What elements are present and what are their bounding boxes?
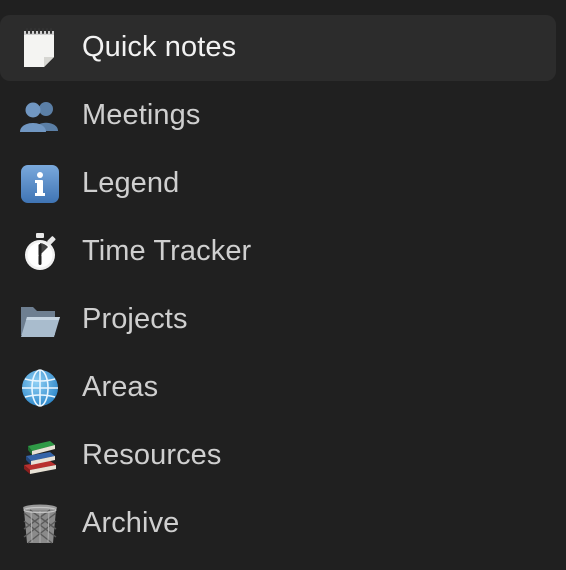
sidebar-item-archive[interactable]: Archive xyxy=(0,491,556,557)
sidebar-item-legend[interactable]: Legend xyxy=(0,151,556,217)
sidebar-item-areas[interactable]: Areas xyxy=(0,355,556,421)
trash-icon xyxy=(19,503,61,545)
sidebar-item-label: Areas xyxy=(82,370,159,403)
sidebar-item-time-tracker[interactable]: Time Tracker xyxy=(0,219,556,285)
sidebar-item-label: Quick notes xyxy=(82,30,237,63)
sidebar-item-resources[interactable]: Resources xyxy=(0,423,556,489)
globe-icon xyxy=(19,367,61,409)
sidebar-item-projects[interactable]: Projects xyxy=(0,287,556,353)
sidebar-item-label: Projects xyxy=(82,302,188,335)
books-icon xyxy=(19,435,61,477)
people-icon xyxy=(19,95,61,137)
sidebar: Quick notes Meetings Legend Time Tracker… xyxy=(0,0,566,570)
stopwatch-icon xyxy=(19,231,61,273)
folder-icon xyxy=(19,299,61,341)
sidebar-item-quick-notes[interactable]: Quick notes xyxy=(0,15,556,81)
sidebar-item-label: Archive xyxy=(82,506,180,539)
sidebar-item-label: Legend xyxy=(82,166,180,199)
sidebar-item-label: Resources xyxy=(82,438,222,471)
sidebar-item-label: Time Tracker xyxy=(82,234,252,267)
sidebar-item-label: Meetings xyxy=(82,98,201,131)
notepad-icon xyxy=(19,27,61,69)
info-icon xyxy=(19,163,61,205)
sidebar-item-meetings[interactable]: Meetings xyxy=(0,83,556,149)
